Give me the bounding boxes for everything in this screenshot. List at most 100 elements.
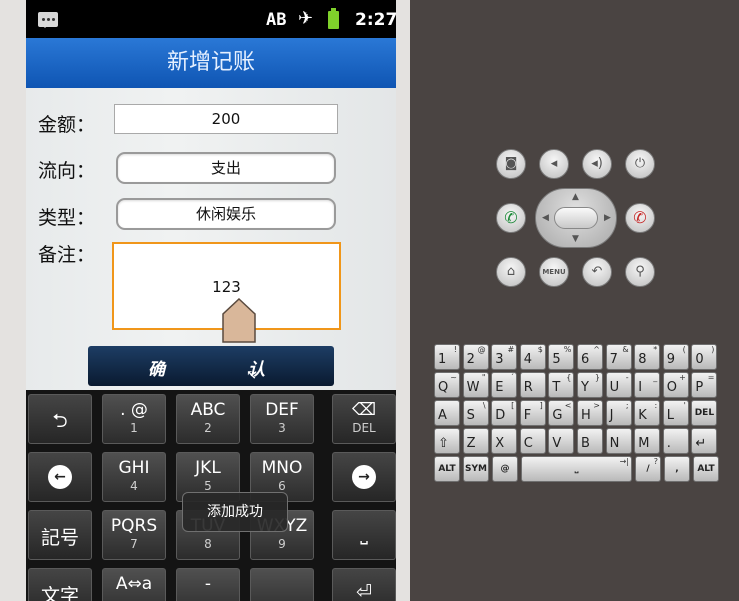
- home-button[interactable]: ⌂: [496, 257, 526, 287]
- hw-key-r[interactable]: R: [519, 372, 546, 398]
- hw-key-n[interactable]: N: [605, 428, 632, 454]
- hw-key-/[interactable]: /?: [635, 456, 661, 482]
- confirm-button[interactable]: 确 认 ↖: [88, 346, 334, 386]
- hw-key-m[interactable]: M: [634, 428, 661, 454]
- hw-key-label: 9: [666, 352, 676, 367]
- ime-key-right[interactable]: →: [332, 452, 396, 502]
- hw-key-h[interactable]: H >: [577, 400, 603, 426]
- hw-key-y[interactable]: Y}: [577, 372, 603, 398]
- hw-key-a[interactable]: A: [434, 400, 460, 426]
- dpad-up-icon[interactable]: ▲: [572, 192, 579, 202]
- volume-down-button[interactable]: ◂: [539, 149, 569, 179]
- hw-key-label: T: [552, 380, 561, 395]
- dpad-left-icon[interactable]: ◀: [542, 213, 549, 223]
- hw-key-3[interactable]: 3 #: [491, 344, 518, 370]
- menu-button[interactable]: MENU: [539, 257, 569, 287]
- back-button[interactable]: ↶: [582, 257, 612, 287]
- hw-key-2[interactable]: 2 @: [462, 344, 489, 370]
- hw-key-@[interactable]: @: [492, 456, 518, 482]
- hw-key-,[interactable]: ,: [664, 456, 690, 482]
- type-spinner[interactable]: 休闲娱乐: [116, 198, 336, 230]
- home-icon: ⌂: [506, 264, 516, 279]
- hw-key-alt[interactable]: ALT: [434, 456, 460, 482]
- power-button[interactable]: ⏻: [625, 149, 655, 179]
- ime-key-symbol[interactable]: 記号: [28, 510, 92, 560]
- hw-key-space[interactable]: ⎵ →|: [521, 456, 632, 482]
- ime-key-label: 記号: [40, 527, 79, 549]
- hw-key-o[interactable]: O +: [662, 372, 689, 398]
- hw-key-alt-label: \: [482, 401, 486, 410]
- amount-input[interactable]: 200: [114, 104, 338, 134]
- dpad-down-icon[interactable]: ▼: [572, 234, 579, 244]
- hw-key-z[interactable]: Z: [462, 428, 489, 454]
- dpad-center-button[interactable]: [554, 207, 598, 229]
- ime-key-ghi[interactable]: GHI 4: [102, 452, 166, 502]
- emulator-phone-frame: AB ✈ 2:27 新增记账 金额： 200 流向： 支出 类型： 休闲娱乐 备…: [0, 0, 410, 601]
- hw-key-label: 1: [438, 352, 447, 367]
- text-cursor-handle[interactable]: [222, 298, 256, 344]
- hw-key-.[interactable]: .: [662, 428, 689, 454]
- ime-key-label: ⮌: [52, 410, 68, 432]
- dpad-right-icon[interactable]: ▶: [604, 213, 611, 223]
- end-call-button[interactable]: ✆: [625, 203, 655, 233]
- call-button[interactable]: ✆: [496, 203, 526, 233]
- ime-key-sym[interactable]: . @1: [102, 394, 166, 444]
- hw-key-8[interactable]: 8 *: [634, 344, 661, 370]
- ime-key-aa[interactable]: A⇔a: [102, 568, 166, 601]
- ime-key-def[interactable]: DEF 3: [250, 394, 314, 444]
- hw-key-g[interactable]: G <: [548, 400, 575, 426]
- search-button[interactable]: ⚲: [625, 257, 655, 287]
- ime-key-undo[interactable]: ⮌: [28, 394, 92, 444]
- hw-key-alt-label: {: [566, 373, 572, 382]
- hw-key-p[interactable]: P =: [691, 372, 718, 398]
- volume-down-icon: ◂: [550, 156, 558, 171]
- hw-key-sym[interactable]: SYM: [463, 456, 489, 482]
- hw-key-x[interactable]: X: [491, 428, 518, 454]
- hw-key-d[interactable]: D[: [491, 400, 518, 426]
- hw-key-e[interactable]: E ´: [491, 372, 518, 398]
- hw-key-t[interactable]: T{: [548, 372, 575, 398]
- hw-key-6[interactable]: 6 ^: [577, 344, 603, 370]
- ime-key-pqrs[interactable]: PQRS 7: [102, 510, 166, 560]
- hw-key-v[interactable]: V: [548, 428, 575, 454]
- ime-key-delete[interactable]: ⌫ DEL: [332, 394, 396, 444]
- ime-key-enter[interactable]: ⏎: [332, 568, 396, 601]
- hw-key-b[interactable]: B: [577, 428, 603, 454]
- hw-key-u[interactable]: U-: [605, 372, 632, 398]
- hw-key-s[interactable]: S \: [462, 400, 489, 426]
- hw-key-9[interactable]: 9(: [662, 344, 689, 370]
- hw-key-k[interactable]: K:: [634, 400, 661, 426]
- hw-key-del[interactable]: DEL: [691, 400, 718, 426]
- hw-key-1[interactable]: 1!: [434, 344, 460, 370]
- hw-key-j[interactable]: J;: [605, 400, 632, 426]
- ime-key-left[interactable]: ←: [28, 452, 92, 502]
- hw-key-i[interactable]: I _: [634, 372, 661, 398]
- search-icon: ⚲: [635, 264, 645, 279]
- hw-key-label: 8: [638, 352, 647, 367]
- hw-key-alt-label: _: [653, 373, 658, 382]
- hw-key-⇧[interactable]: ⇧: [434, 428, 460, 454]
- hw-key-5[interactable]: 5%: [548, 344, 575, 370]
- dpad[interactable]: ▲ ▼ ◀ ▶: [535, 188, 617, 248]
- hw-key-↵[interactable]: ↵: [691, 428, 718, 454]
- ime-key-space[interactable]: ⎵: [332, 510, 396, 560]
- ime-key-label: ⎵: [360, 523, 368, 545]
- flow-spinner[interactable]: 支出: [116, 152, 336, 184]
- ime-key-label: DEF: [265, 400, 299, 420]
- ime-key-blank[interactable]: [250, 568, 314, 601]
- hw-key-alt[interactable]: ALT: [693, 456, 719, 482]
- ime-key-mode[interactable]: 文字: [28, 568, 92, 601]
- hw-key-q[interactable]: Q ~: [434, 372, 460, 398]
- hw-key-l[interactable]: L ': [662, 400, 689, 426]
- hw-key-7[interactable]: 7 &: [605, 344, 632, 370]
- volume-up-button[interactable]: ◂): [582, 149, 612, 179]
- hw-key-w[interactable]: W ": [462, 372, 489, 398]
- camera-button[interactable]: ◙: [496, 149, 526, 179]
- ime-key-label: 1: [130, 421, 138, 435]
- ime-key-sym[interactable]: -: [176, 568, 240, 601]
- hw-key-4[interactable]: 4 $: [519, 344, 546, 370]
- hw-key-f[interactable]: F]: [519, 400, 546, 426]
- hw-key-0[interactable]: 0): [691, 344, 718, 370]
- ime-key-abc[interactable]: ABC 2: [176, 394, 240, 444]
- hw-key-c[interactable]: C: [519, 428, 546, 454]
